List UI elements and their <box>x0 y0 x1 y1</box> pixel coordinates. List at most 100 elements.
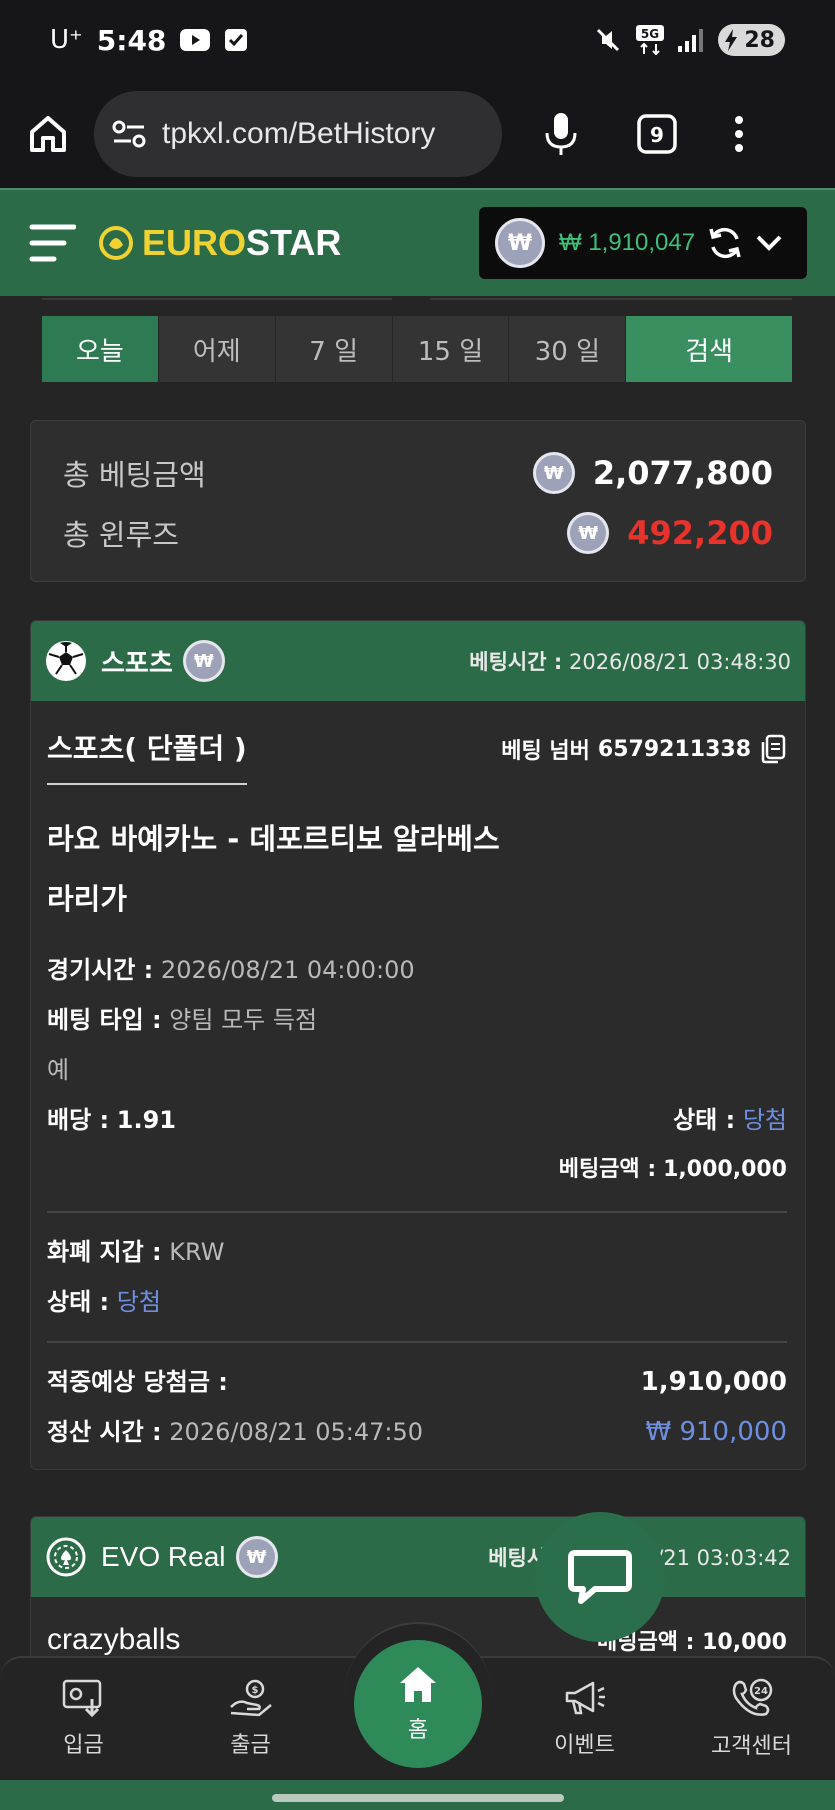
logo-text-euro: EURO <box>142 222 247 263</box>
won-coin-icon: ₩ <box>235 1536 278 1578</box>
logo-mark-icon <box>96 223 136 263</box>
won-coin-icon: ₩ <box>532 452 575 494</box>
deposit-icon <box>62 1679 106 1717</box>
wallet-label: 화폐 지갑 : <box>47 1238 162 1266</box>
bet-category: EVO Real <box>101 1541 226 1572</box>
nav-support[interactable]: 24 고객센터 <box>668 1658 835 1780</box>
total-bet-label: 총 베팅금액 <box>63 458 206 492</box>
divider <box>47 1211 787 1213</box>
total-winloss-row: 총 윈루즈 ₩ 492,200 <box>63 503 773 563</box>
signal-icon <box>678 28 704 52</box>
tab-7-days[interactable]: 7 일 <box>275 316 393 382</box>
odds-value: 1.91 <box>116 1106 176 1134</box>
gesture-handle[interactable] <box>272 1794 564 1802</box>
network-5g-label: 5G <box>641 27 659 41</box>
betting-summary: 총 베팅금액 ₩ 2,077,800 총 윈루즈 ₩ 492,200 <box>30 420 806 582</box>
bet-amount-label: 베팅금액 : <box>558 1157 657 1182</box>
bet-amount: 1,000,000 <box>663 1157 787 1182</box>
nav-home-button[interactable]: 홈 <box>354 1640 482 1768</box>
tab-today[interactable]: 오늘 <box>42 316 159 382</box>
battery-indicator: 28 <box>718 24 785 56</box>
bet-number: 6579211338 <box>597 736 751 762</box>
bet-time: /21 03:03:42 <box>656 1546 791 1570</box>
balance-widget[interactable]: ₩ ₩ 1,910,047 <box>479 207 807 279</box>
site-header: EURO STAR ₩ ₩ 1,910,047 <box>0 188 835 296</box>
game-time-label: 경기시간 : <box>47 956 154 984</box>
search-button[interactable]: 검색 <box>626 316 792 382</box>
bet-type: 양팀 모두 득점 <box>169 1006 318 1034</box>
bet-card-header: 스포츠 ₩ 베팅시간 : 2026/08/21 03:48:30 <box>31 621 805 701</box>
support-24-icon: 24 <box>730 1678 774 1718</box>
soccer-ball-icon <box>45 640 87 682</box>
status-bar: U⁺ 5:48 5G 28 <box>0 0 835 80</box>
date-field-edge <box>42 296 392 300</box>
nav-withdraw[interactable]: $ 출금 <box>167 1658 334 1780</box>
nav-event[interactable]: 이벤트 <box>501 1658 668 1780</box>
tab-count: 9 <box>650 123 664 147</box>
browser-toolbar: tpkxl.com/BetHistory 9 <box>0 80 835 188</box>
total-bet-row: 총 베팅금액 ₩ 2,077,800 <box>63 443 773 503</box>
casino-chip-icon <box>45 1536 87 1578</box>
nav-event-label: 이벤트 <box>554 1733 615 1758</box>
carrier-label: U⁺ <box>50 25 83 55</box>
status2-label: 상태 : <box>47 1288 110 1316</box>
charging-icon <box>724 29 738 57</box>
chat-bubble-icon <box>567 1547 633 1607</box>
bet-subtitle: 스포츠( 단폴더 ) <box>47 727 247 785</box>
bet-amount: 10,000 <box>702 1630 787 1655</box>
expected-win-label: 적중예상 당첨금 : <box>47 1368 228 1396</box>
status2-value: 당첨 <box>116 1288 161 1316</box>
svg-text:24: 24 <box>754 1686 768 1697</box>
youtube-icon <box>180 29 211 51</box>
megaphone-icon <box>563 1679 607 1717</box>
site-logo[interactable]: EURO STAR <box>96 222 341 264</box>
settle-time-label: 정산 시간 : <box>47 1418 162 1446</box>
nav-deposit-label: 입금 <box>63 1733 104 1758</box>
nav-home-label: 홈 <box>407 1718 429 1743</box>
check-notification-icon <box>224 28 248 52</box>
nav-withdraw-label: 출금 <box>230 1733 271 1758</box>
game-time: 2026/08/21 04:00:00 <box>160 956 415 984</box>
bet-number-label: 베팅 넘버 <box>501 739 590 764</box>
more-menu-icon[interactable] <box>734 115 744 153</box>
gesture-bar <box>0 1780 835 1810</box>
expected-win-value: 1,910,000 <box>640 1367 787 1397</box>
clock: 5:48 <box>96 23 167 57</box>
home-icon[interactable] <box>26 112 70 156</box>
divider <box>47 1341 787 1343</box>
svg-text:$: $ <box>251 1685 258 1696</box>
tab-yesterday[interactable]: 어제 <box>158 316 276 382</box>
nav-deposit[interactable]: 입금 <box>0 1658 167 1780</box>
hamburger-menu-icon[interactable] <box>28 221 76 265</box>
balance-amount: ₩ 1,910,047 <box>559 229 696 256</box>
address-bar[interactable]: tpkxl.com/BetHistory <box>94 91 502 177</box>
tab-15-days[interactable]: 15 일 <box>392 316 510 382</box>
logo-text-star: STAR <box>246 222 342 263</box>
tab-30-days[interactable]: 30 일 <box>509 316 627 382</box>
bet-pick: 예 <box>47 1056 70 1084</box>
won-coin-icon: ₩ <box>495 218 545 268</box>
refresh-icon[interactable] <box>707 225 743 261</box>
settle-time: 2026/08/21 05:47:50 <box>169 1418 424 1446</box>
total-winloss-value: 492,200 <box>627 514 773 552</box>
url-text: tpkxl.com/BetHistory <box>162 117 436 150</box>
chevron-down-icon[interactable] <box>755 234 783 252</box>
won-coin-icon: ₩ <box>567 512 610 554</box>
bet-type-label: 베팅 타입 : <box>47 1006 162 1034</box>
league-name: 라리가 <box>47 882 128 916</box>
total-winloss-label: 총 윈루즈 <box>63 518 179 552</box>
copy-icon[interactable] <box>759 734 787 764</box>
date-filter-tabs: 오늘 어제 7 일 15 일 30 일 검색 <box>42 316 792 382</box>
bet-history-content: 오늘 어제 7 일 15 일 30 일 검색 총 베팅금액 ₩ 2,077,80… <box>0 296 835 1676</box>
tab-switcher-button[interactable]: 9 <box>636 113 678 155</box>
total-bet-value: 2,077,800 <box>592 454 773 492</box>
nav-support-label: 고객센터 <box>711 1734 792 1759</box>
profit-value: ₩ 910,000 <box>645 1417 788 1447</box>
chat-button[interactable] <box>535 1512 665 1642</box>
match-name: 라요 바예카노 - 데포르티보 알라베스 <box>47 822 500 856</box>
microphone-icon[interactable] <box>544 111 578 157</box>
network-5g-icon: 5G <box>636 25 665 55</box>
bet-time-label: 베팅시간 : <box>469 650 563 674</box>
site-settings-icon[interactable] <box>112 119 146 149</box>
status-value: 당첨 <box>742 1106 787 1134</box>
